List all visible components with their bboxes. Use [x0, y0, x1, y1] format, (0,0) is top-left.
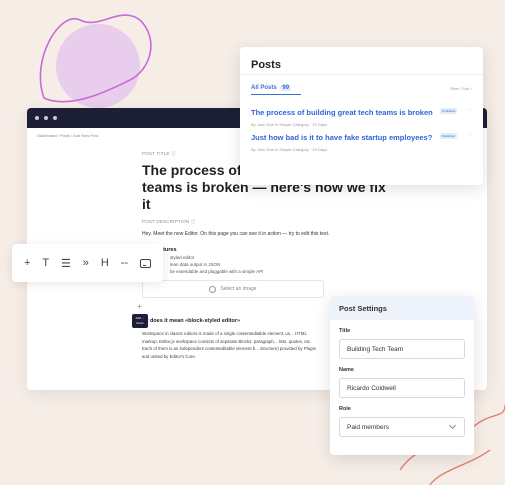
quote-icon[interactable]: »	[83, 257, 89, 269]
purple-squiggle	[39, 14, 152, 103]
image-icon[interactable]	[139, 258, 151, 268]
window-dot[interactable]	[53, 116, 57, 120]
more-options-icon[interactable]: ···	[467, 132, 473, 138]
add-block-plus-icon[interactable]: +	[137, 302, 142, 311]
posts-title: Posts	[240, 47, 483, 75]
select-image-label: Select an Image	[220, 286, 257, 292]
post-item-title[interactable]: The process of building great tech teams…	[251, 108, 433, 117]
role-label: Role	[339, 406, 351, 412]
section-paragraph[interactable]: Workspace in classic editors is made of …	[142, 330, 317, 360]
select-image-button[interactable]: Select an Image	[142, 280, 324, 298]
posts-panel: Posts All Posts 99 Filter / Sort › The p…	[240, 47, 483, 185]
purple-blob	[56, 24, 140, 108]
status-badge: Published	[439, 132, 457, 139]
feature-item[interactable]: be extendable and pluggable with a simpl…	[142, 269, 392, 274]
post-list-item[interactable]: The process of building great tech teams…	[251, 102, 476, 127]
breadcrumb[interactable]: Dashboard / Posts / Add New Post	[37, 133, 98, 138]
feature-item[interactable]: lean data output in JSON	[142, 262, 392, 267]
add-block-tooltip: Add ... block	[132, 314, 148, 328]
window-dot[interactable]	[35, 116, 39, 120]
tab-all-posts[interactable]: All Posts 99	[251, 85, 292, 91]
status-badge: Published	[440, 107, 458, 114]
post-description[interactable]: Hey. Meet the new Editor. On this page y…	[142, 231, 392, 237]
post-description-label: POST DESCRIPTION ⓘ	[142, 219, 196, 224]
heading-icon[interactable]: H	[101, 257, 109, 269]
plus-icon[interactable]: +	[24, 257, 30, 269]
list-icon[interactable]: ☰	[61, 257, 71, 270]
text-icon[interactable]: T	[42, 257, 49, 269]
post-list-item[interactable]: Just how bad is it to have fake startup …	[251, 127, 476, 152]
post-settings-panel: Post Settings Title Building Tech Team N…	[330, 296, 474, 455]
filter-sort-link[interactable]: Filter / Sort ›	[450, 86, 472, 91]
name-field[interactable]: Ricardo Coldwell	[339, 378, 465, 398]
title-field[interactable]: Building Tech Team	[339, 339, 465, 359]
title-label: Title	[339, 328, 351, 334]
post-item-meta: By John Doe in Simple Category · 29 Days	[251, 147, 328, 152]
chevron-down-icon	[448, 421, 457, 430]
key-features-heading[interactable]: Key Features	[142, 247, 392, 253]
post-count-badge: 99	[280, 85, 292, 91]
role-select-value: Paid members	[347, 424, 389, 431]
delimiter-icon[interactable]: --	[121, 257, 128, 269]
image-select-icon	[209, 285, 217, 293]
post-item-title[interactable]: Just how bad is it to have fake startup …	[251, 133, 432, 142]
name-label: Name	[339, 367, 354, 373]
feature-item[interactable]: styled editor	[142, 255, 392, 260]
tab-underline	[251, 94, 301, 95]
role-select[interactable]: Paid members	[339, 417, 465, 437]
post-settings-header: Post Settings	[330, 296, 474, 320]
more-options-icon[interactable]: ···	[467, 107, 473, 113]
block-toolbar: + T ☰ » H --	[12, 244, 163, 282]
window-dot[interactable]	[44, 116, 48, 120]
tab-all-posts-label: All Posts	[251, 85, 277, 91]
